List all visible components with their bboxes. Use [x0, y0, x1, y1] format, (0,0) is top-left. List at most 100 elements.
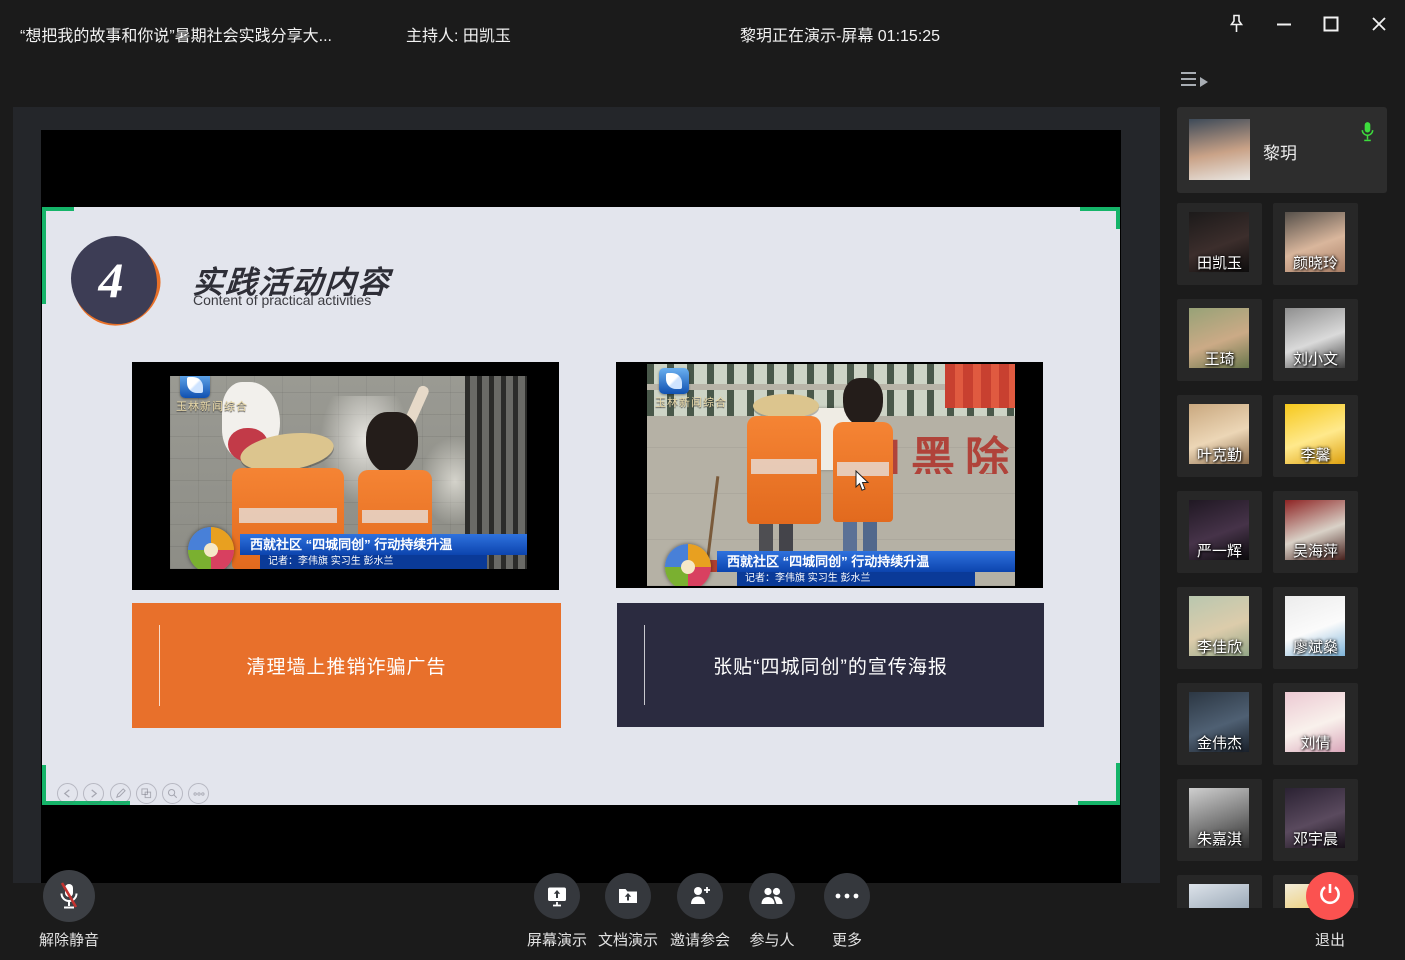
news-caption-title-2: 西就社区 “四城同创” 行动持续升温 [717, 551, 1015, 572]
video-left-photo: 玉林新闻综合 西就社区 “四城同创” 行动持续升温 记者：李伟旗 实习生 彭水兰 [170, 376, 527, 569]
participant-name: 朱嘉淇 [1177, 828, 1262, 849]
minimize-icon[interactable] [1267, 10, 1301, 38]
news-caption-title: 西就社区 “四城同创” 行动持续升温 [240, 534, 527, 555]
participant-tile[interactable]: 金伟杰 [1177, 683, 1262, 765]
meeting-title: “想把我的故事和你说”暑期社会实践分享大... [20, 22, 332, 46]
participant-tile[interactable]: 李佳欣 [1177, 587, 1262, 669]
tv-channel-name-2: 玉林新闻综合 [655, 394, 727, 410]
participant-name: 廖斌燊 [1273, 636, 1358, 657]
section-badge: 4 [71, 236, 157, 324]
bracket-bottom-right [1078, 801, 1120, 805]
prev-slide-icon[interactable] [57, 783, 78, 804]
participant-tile[interactable]: 李馨 [1273, 395, 1358, 477]
participant-name: 刘倩 [1273, 732, 1358, 753]
participant-name: 叶克勤 [1177, 444, 1262, 465]
callout-navy-text: 张贴“四城同创”的宣传海报 [713, 652, 948, 679]
participant-tile[interactable]: 邓宇晨 [1273, 779, 1358, 861]
participant-tile[interactable]: 吴海萍 [1273, 491, 1358, 573]
section-number: 4 [99, 251, 130, 309]
participant-name: 邓宇晨 [1273, 828, 1358, 849]
screen-share-area: 4 实践活动内容 Content of practical activities [13, 107, 1160, 883]
invite-icon[interactable] [677, 873, 723, 919]
tv-channel-name: 玉林新闻综合 [176, 398, 248, 414]
next-slide-icon[interactable] [83, 783, 104, 804]
presentation-viewport: 4 实践活动内容 Content of practical activities [41, 130, 1121, 883]
participant-name: 李馨 [1273, 444, 1358, 465]
presenter-avatar [1189, 119, 1250, 180]
participant-name: 金伟杰 [1177, 732, 1262, 753]
participant-avatar [1189, 884, 1249, 908]
callout-divider-2 [644, 625, 645, 705]
video-thumbnail-left: 玉林新闻综合 西就社区 “四城同创” 行动持续升温 记者：李伟旗 实习生 彭水兰 [132, 362, 559, 590]
mute-label: 解除静音 [19, 929, 119, 950]
dark-hair [366, 412, 418, 474]
doc-share-icon[interactable] [605, 873, 651, 919]
titlebar: “想把我的故事和你说”暑期社会实践分享大... 主持人: 田凯玉 黎玥正在演示-… [0, 0, 1405, 50]
mic-muted-icon[interactable] [43, 870, 95, 922]
more-label: 更多 [802, 929, 892, 950]
presenter-name: 黎玥 [1263, 139, 1297, 164]
participant-tile[interactable]: 严一辉 [1177, 491, 1262, 573]
news-caption-byline-2: 记者：李伟旗 实习生 彭水兰 [737, 572, 975, 586]
power-icon [1317, 881, 1343, 912]
bracket-top-right-v [1116, 207, 1120, 229]
bracket-top-left [42, 207, 74, 211]
tv-channel-icon-2 [659, 368, 689, 394]
straw-hat-2 [753, 394, 819, 418]
participant-tile[interactable]: 刘小文 [1273, 299, 1358, 381]
mouse-cursor [855, 470, 870, 496]
participant-tile[interactable]: 廖斌燊 [1273, 587, 1358, 669]
callout-navy: 张贴“四城同创”的宣传海报 [617, 603, 1044, 727]
participant-name: 吴海萍 [1273, 540, 1358, 561]
news-flower-logo-2 [665, 544, 711, 586]
participant-name: 李佳欣 [1177, 636, 1262, 657]
video-right-photo: 扫黑除恶 [647, 364, 1015, 586]
presenter-card[interactable]: 黎玥 [1177, 107, 1387, 193]
bracket-bottom-left-v [42, 765, 46, 805]
participant-tile[interactable]: 颜晓玲 [1273, 203, 1358, 285]
participant-name: 颜晓玲 [1273, 252, 1358, 273]
callout-divider [159, 625, 160, 706]
participant-tile[interactable]: 刘倩 [1273, 683, 1358, 765]
tv-channel-icon [180, 376, 210, 398]
participant-tile[interactable]: 叶克勤 [1177, 395, 1262, 477]
presenting-status: 黎玥正在演示-屏幕 01:15:25 [740, 22, 940, 46]
exit-button[interactable] [1306, 872, 1354, 920]
exit-label: 退出 [1285, 929, 1375, 950]
presentation-slide: 4 实践活动内容 Content of practical activities [42, 207, 1120, 805]
red-banner [945, 364, 1015, 408]
callout-orange-text: 清理墙上推销诈骗广告 [246, 652, 446, 679]
news-caption-byline: 记者：李伟旗 实习生 彭水兰 [260, 555, 487, 569]
bracket-top-right [1080, 207, 1120, 211]
pin-icon[interactable] [1219, 10, 1253, 38]
bracket-bottom-right-v [1116, 763, 1120, 805]
participant-name: 王琦 [1177, 348, 1262, 369]
participant-name: 田凯玉 [1177, 252, 1262, 273]
participant-grid: 田凯玉颜晓玲王琦刘小文叶克勤李馨严一辉吴海萍李佳欣廖斌燊金伟杰刘倩朱嘉淇邓宇晨 [1177, 203, 1359, 908]
participant-name: 刘小文 [1273, 348, 1358, 369]
participant-tile[interactable] [1177, 875, 1262, 908]
zoom-icon[interactable] [162, 783, 183, 804]
callout-orange: 清理墙上推销诈骗广告 [132, 603, 561, 728]
sidebar-collapse-icon[interactable] [1181, 71, 1207, 91]
host-label: 主持人: 田凯玉 [406, 22, 511, 46]
orange-vest-3 [747, 416, 821, 524]
news-flower-logo [188, 527, 234, 569]
pen-icon[interactable] [110, 783, 131, 804]
participant-tile[interactable]: 朱嘉淇 [1177, 779, 1262, 861]
participant-name: 严一辉 [1177, 540, 1262, 561]
maximize-icon[interactable] [1314, 10, 1348, 38]
dark-hood [843, 378, 883, 426]
meeting-window: “想把我的故事和你说”暑期社会实践分享大... 主持人: 田凯玉 黎玥正在演示-… [0, 0, 1405, 960]
more-dots-icon[interactable] [188, 783, 209, 804]
slide-panel-icon[interactable] [136, 783, 157, 804]
close-icon[interactable] [1362, 10, 1396, 38]
participants-icon[interactable] [749, 873, 795, 919]
participant-tile[interactable]: 田凯玉 [1177, 203, 1262, 285]
participant-tile[interactable]: 王琦 [1177, 299, 1262, 381]
bracket-top-left-v [42, 207, 46, 304]
more-icon[interactable] [824, 873, 870, 919]
slide-subtitle: Content of practical activities [193, 292, 371, 308]
video-thumbnail-right: 扫黑除恶 [616, 362, 1043, 588]
screen-share-icon[interactable] [534, 873, 580, 919]
